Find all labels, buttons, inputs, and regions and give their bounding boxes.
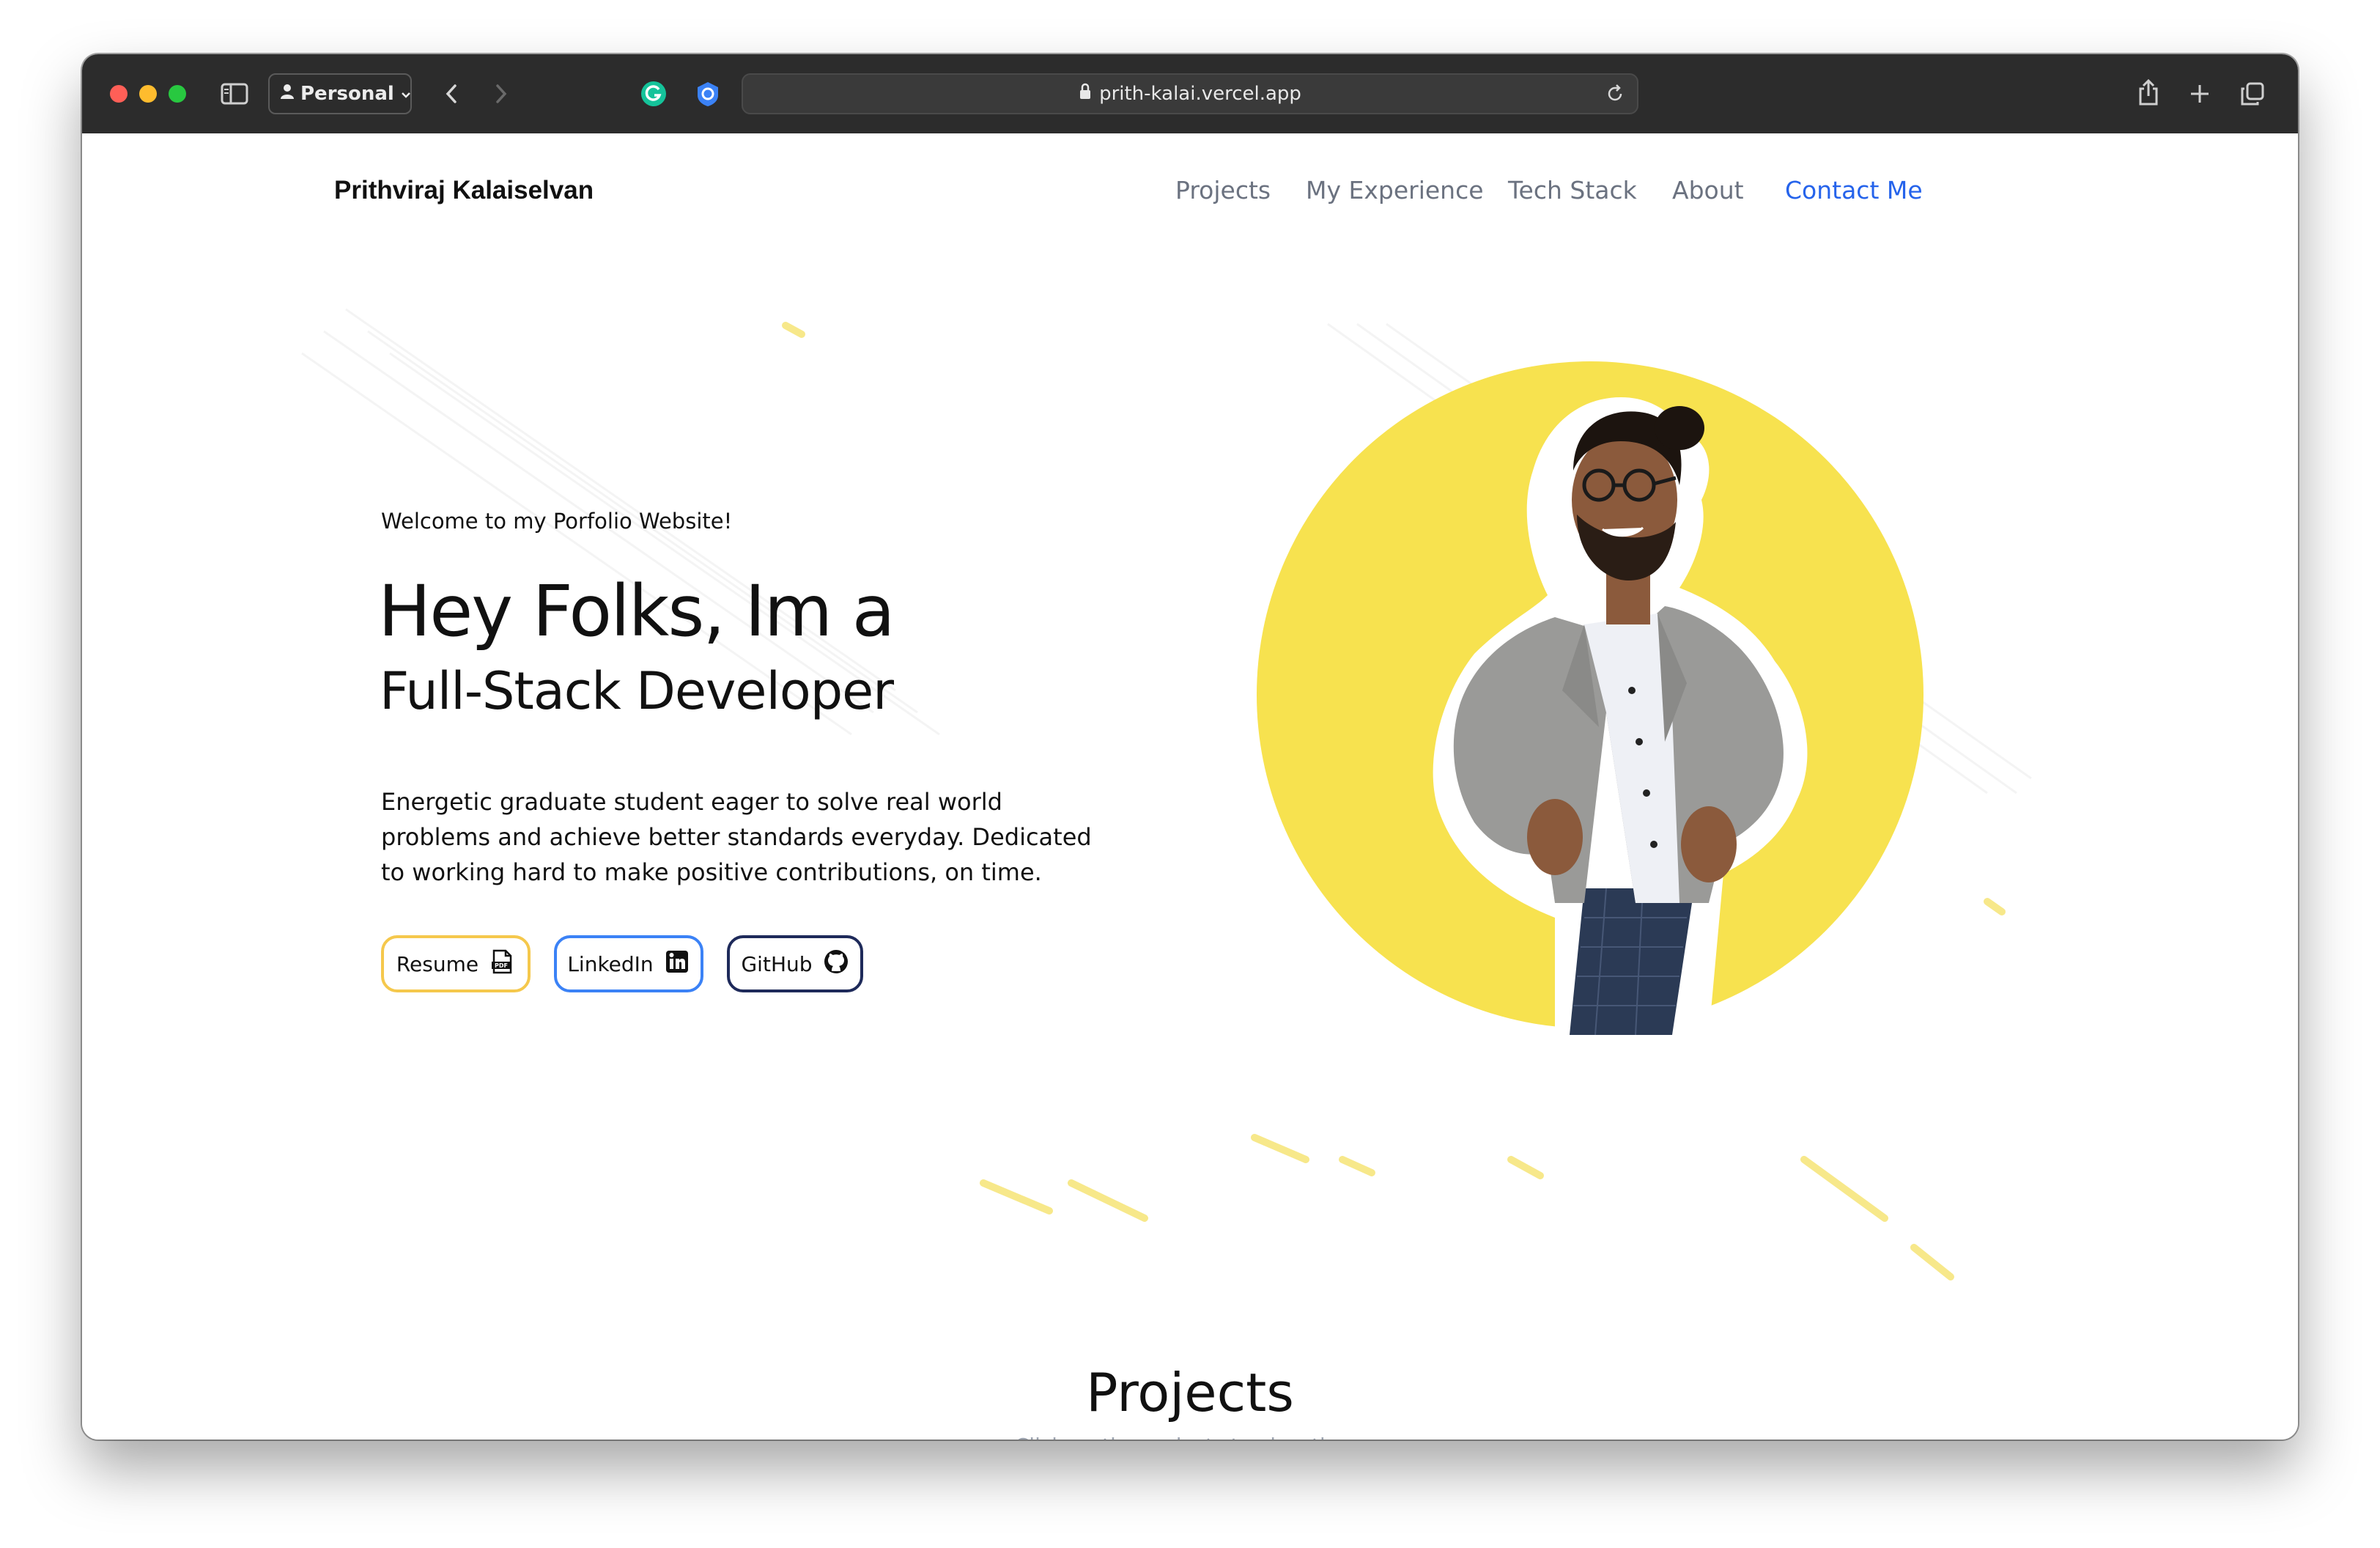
back-icon[interactable] bbox=[437, 79, 466, 108]
profile-selector[interactable]: Personal bbox=[268, 73, 412, 114]
new-tab-icon[interactable] bbox=[2185, 79, 2214, 108]
lock-icon bbox=[1079, 83, 1092, 106]
close-window-button[interactable] bbox=[110, 85, 128, 103]
nav-projects[interactable]: Projects bbox=[1175, 176, 1271, 204]
tab-overview-icon[interactable] bbox=[2238, 79, 2267, 108]
nav-contact-me[interactable]: Contact Me bbox=[1785, 176, 1923, 204]
brand-name[interactable]: Prithviraj Kalaiselvan bbox=[334, 176, 594, 205]
hero-description: Energetic graduate student eager to solv… bbox=[381, 788, 1092, 886]
nav-about[interactable]: About bbox=[1672, 176, 1744, 204]
reload-icon[interactable] bbox=[1603, 82, 1627, 106]
chevron-down-icon bbox=[400, 83, 412, 105]
sidebar-icon[interactable] bbox=[220, 79, 249, 108]
grammarly-icon[interactable] bbox=[639, 79, 668, 108]
svg-text:PDF: PDF bbox=[495, 962, 508, 969]
welcome-text: Welcome to my Porfolio Website! bbox=[381, 509, 733, 534]
nav-my-experience[interactable]: My Experience bbox=[1306, 176, 1484, 204]
url-text: prith-kalai.vercel.app bbox=[1099, 83, 1301, 105]
browser-toolbar: Personal prith-kalai.vercel.app bbox=[82, 54, 2298, 135]
github-label: GitHub bbox=[741, 951, 813, 976]
linkedin-button[interactable]: LinkedIn bbox=[554, 935, 703, 992]
github-icon bbox=[823, 948, 849, 980]
forward-icon[interactable] bbox=[487, 79, 516, 108]
github-button[interactable]: GitHub bbox=[727, 935, 863, 992]
browser-window: Personal prith-kalai.vercel.app Prithvir… bbox=[82, 54, 2298, 1440]
linkedin-label: LinkedIn bbox=[567, 951, 654, 976]
nav-tech-stack[interactable]: Tech Stack bbox=[1508, 176, 1637, 204]
zoom-window-button[interactable] bbox=[169, 85, 186, 103]
person-icon bbox=[280, 83, 295, 105]
address-bar[interactable]: prith-kalai.vercel.app bbox=[742, 73, 1638, 114]
resume-label: Resume bbox=[396, 951, 479, 976]
hero-portrait bbox=[1257, 361, 1923, 1036]
projects-section-title: Projects bbox=[1086, 1362, 1294, 1423]
shield-extension-icon[interactable] bbox=[693, 79, 722, 108]
share-icon[interactable] bbox=[2134, 76, 2163, 108]
resume-button[interactable]: Resume PDF bbox=[381, 935, 531, 992]
hero-role: Full-Stack Developer bbox=[380, 661, 894, 721]
pdf-file-icon: PDF bbox=[489, 948, 515, 980]
profile-label: Personal bbox=[300, 83, 394, 105]
hero-headline: Hey Folks, Im a bbox=[378, 570, 895, 652]
linkedin-icon bbox=[664, 948, 690, 980]
projects-section-subtitle: Click on the projects to view them bbox=[82, 1434, 2298, 1440]
page-viewport: Prithviraj Kalaiselvan Projects My Exper… bbox=[82, 133, 2298, 1440]
minimize-window-button[interactable] bbox=[139, 85, 157, 103]
